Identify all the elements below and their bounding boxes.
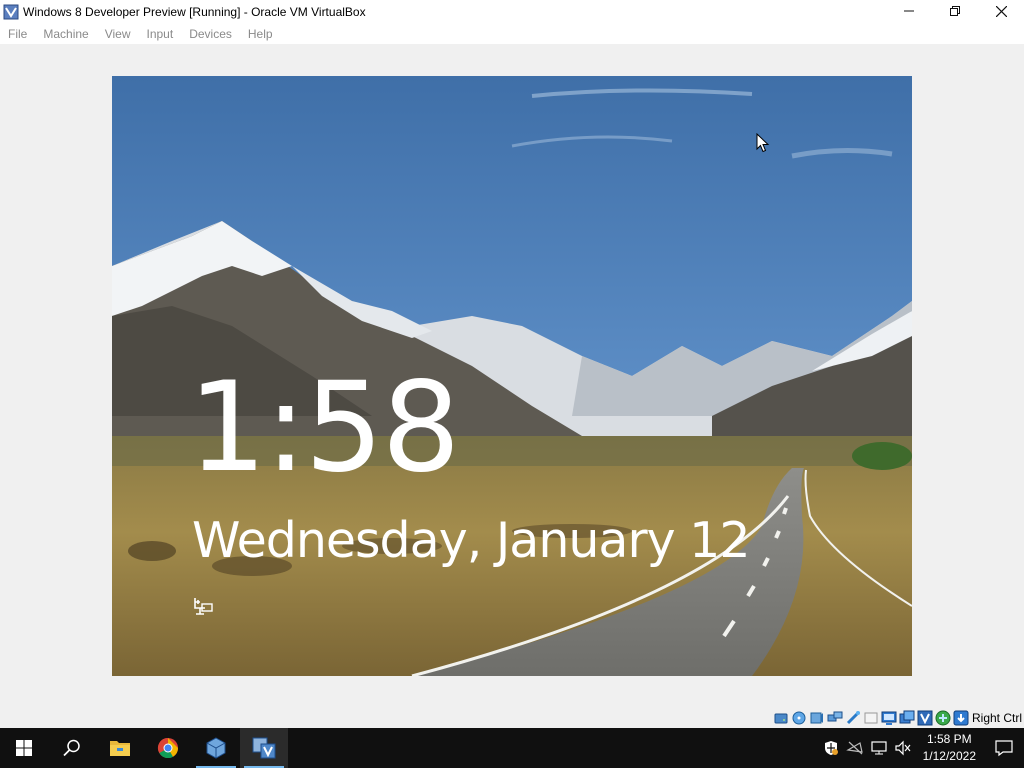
chrome-icon — [157, 737, 179, 759]
menu-input[interactable]: Input — [139, 24, 182, 44]
shared-folder-icon[interactable] — [863, 710, 879, 726]
network-adapter-icon[interactable] — [827, 710, 843, 726]
network-icon[interactable] — [867, 728, 891, 768]
search-icon — [63, 739, 80, 757]
vm-screen[interactable]: 1:58 Wednesday, January 12 — [112, 76, 912, 676]
menu-view[interactable]: View — [97, 24, 139, 44]
menu-bar: File Machine View Input Devices Help — [0, 24, 1024, 44]
wifi-off-icon[interactable] — [843, 728, 867, 768]
menu-help[interactable]: Help — [240, 24, 281, 44]
start-button[interactable] — [0, 728, 48, 768]
network-icon — [192, 596, 214, 618]
virtualbox-vm-icon — [252, 737, 276, 759]
host-key-label[interactable]: Right Ctrl — [972, 711, 1022, 725]
notification-icon — [995, 740, 1013, 757]
chrome-button[interactable] — [144, 728, 192, 768]
virtualbox-icon[interactable] — [3, 4, 19, 20]
maximize-button[interactable] — [932, 0, 978, 22]
windows-taskbar: 1:58 PM 1/12/2022 — [0, 728, 1024, 768]
volume-muted-icon[interactable] — [891, 728, 915, 768]
virtualbox-vm-button[interactable] — [240, 728, 288, 768]
video-capture-icon[interactable] — [899, 710, 915, 726]
maximize-icon — [950, 6, 960, 16]
title-bar: Windows 8 Developer Preview [Running] - … — [0, 0, 1024, 24]
file-explorer-button[interactable] — [96, 728, 144, 768]
optical-drive-icon[interactable] — [791, 710, 807, 726]
audio-icon[interactable] — [809, 710, 825, 726]
search-button[interactable] — [48, 728, 96, 768]
virtualbox-manager-button[interactable] — [192, 728, 240, 768]
virtualbox-manager-icon — [206, 737, 226, 759]
system-tray: 1:58 PM 1/12/2022 — [819, 728, 1024, 768]
close-icon — [995, 5, 1007, 17]
clock-time: 1:58 PM — [926, 732, 972, 746]
menu-devices[interactable]: Devices — [181, 24, 240, 44]
minimize-button[interactable] — [886, 0, 932, 22]
lockscreen-date: Wednesday, January 12 — [192, 512, 751, 569]
mouse-integration-icon[interactable] — [935, 710, 951, 726]
notification-button[interactable] — [984, 728, 1024, 768]
lockscreen-time: 1:58 — [188, 356, 460, 500]
vm-display-area: 1:58 Wednesday, January 12 — [0, 44, 1024, 708]
window-title: Windows 8 Developer Preview [Running] - … — [23, 5, 366, 19]
vm-status-bar: Right Ctrl — [0, 708, 1024, 728]
clock-date: 1/12/2022 — [922, 749, 976, 763]
mouse-cursor-icon — [756, 132, 770, 153]
keyboard-icon[interactable] — [953, 710, 969, 726]
cpu-icon[interactable] — [917, 710, 933, 726]
close-button[interactable] — [978, 0, 1024, 22]
menu-machine[interactable]: Machine — [35, 24, 96, 44]
minimize-icon — [904, 10, 914, 12]
menu-file[interactable]: File — [0, 24, 35, 44]
start-icon — [16, 740, 32, 756]
usb-icon[interactable] — [845, 710, 861, 726]
taskbar-clock[interactable]: 1:58 PM 1/12/2022 — [915, 731, 984, 765]
security-shield-icon[interactable] — [819, 728, 843, 768]
file-explorer-icon — [110, 741, 130, 756]
display-icon[interactable] — [881, 710, 897, 726]
hard-disk-icon[interactable] — [773, 710, 789, 726]
